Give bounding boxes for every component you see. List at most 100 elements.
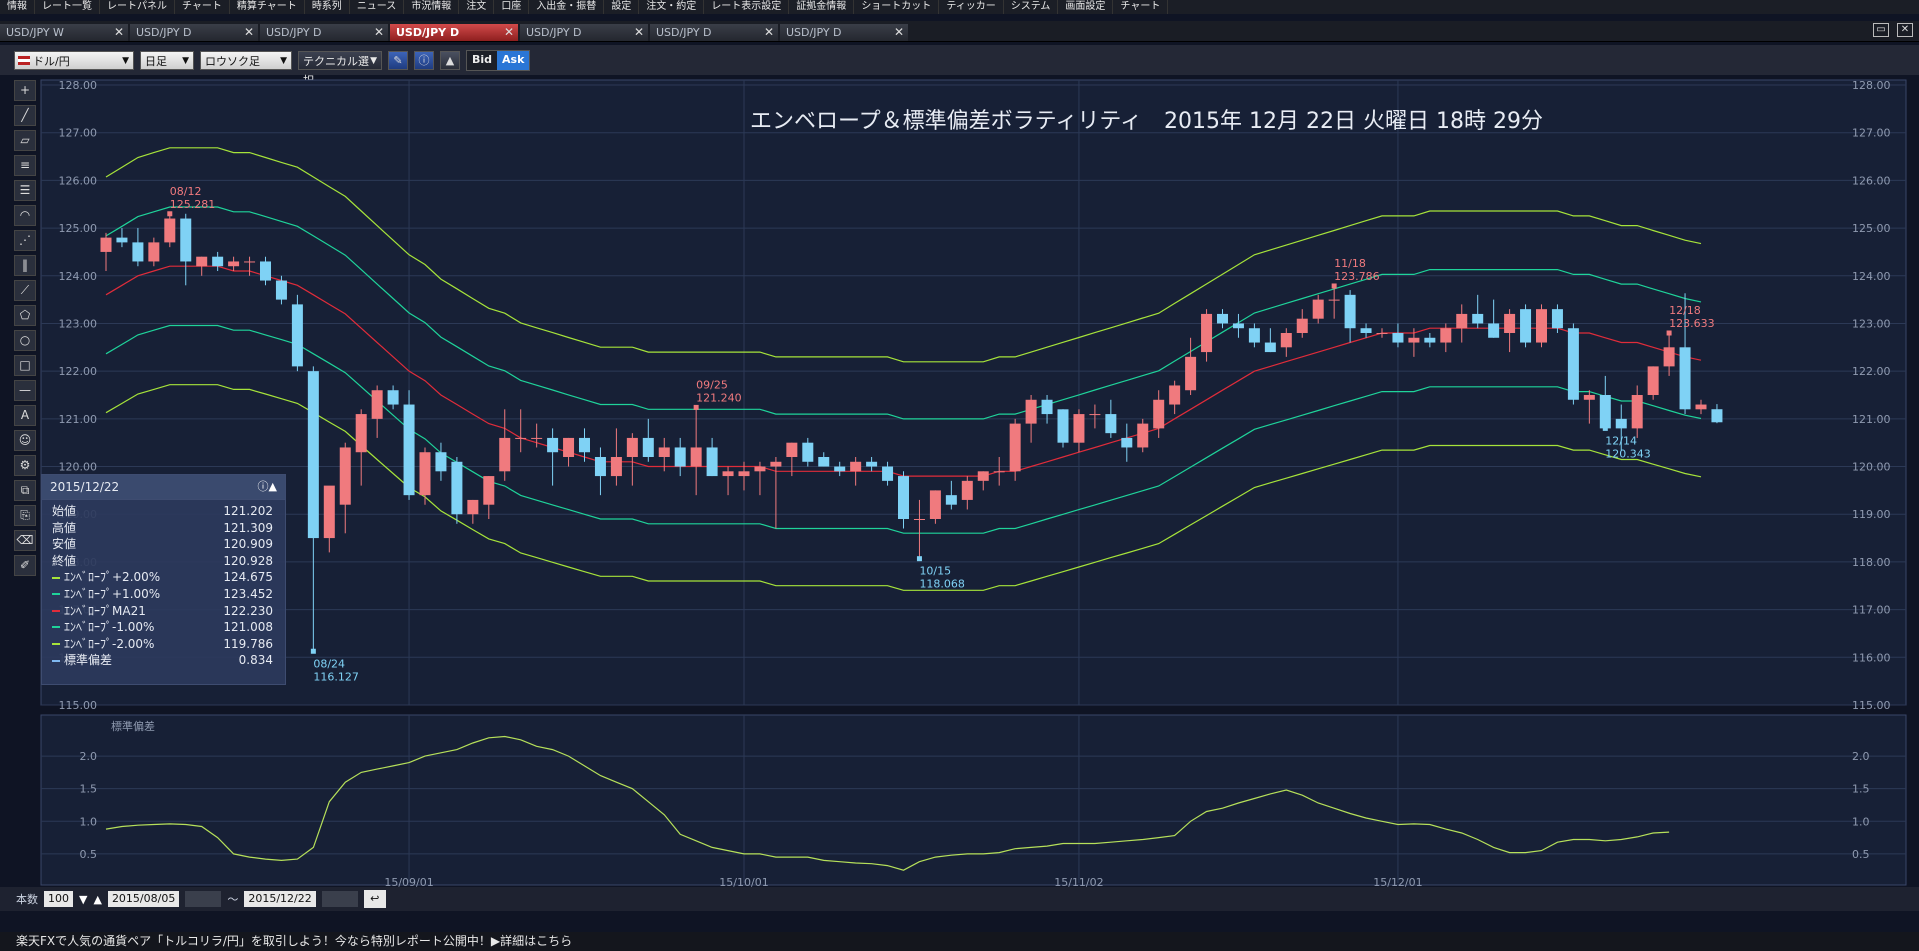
- candle-body: [674, 447, 686, 467]
- candle-body: [866, 461, 878, 467]
- close-icon[interactable]: ✕: [1897, 23, 1913, 37]
- menu-item[interactable]: 画面設定: [1058, 0, 1114, 14]
- menu-item[interactable]: チャート: [1113, 0, 1169, 14]
- range-bar: 本数 100 ▼ ▲ 2015/08/05 〜 2015/12/22 ↩: [0, 887, 1919, 911]
- info-panel-header: 2015/12/22 ⓘ▲: [42, 475, 285, 500]
- tab-2[interactable]: USD/JPY D ✕: [260, 24, 388, 41]
- extreme-value-label: 121.240: [696, 391, 742, 404]
- candle-body: [993, 471, 1005, 473]
- close-tab-icon[interactable]: ✕: [504, 24, 514, 41]
- extreme-value-label: 118.068: [919, 578, 965, 591]
- candle-body: [1695, 404, 1707, 410]
- close-tab-icon[interactable]: ✕: [374, 24, 384, 41]
- menu-item[interactable]: 証拠金情報: [789, 0, 855, 14]
- candle-body: [180, 218, 192, 262]
- to-time-input[interactable]: [321, 891, 358, 907]
- close-tab-icon[interactable]: ✕: [894, 24, 904, 41]
- candle-body: [228, 261, 240, 267]
- chart-area[interactable]: 128.00 128.00 127.00 127.00 126.00 126.00 125.…: [0, 75, 1919, 887]
- menu-item[interactable]: 注文・約定: [639, 0, 705, 14]
- tab-3[interactable]: USD/JPY D ✕: [390, 24, 518, 41]
- candle-body: [1583, 395, 1595, 400]
- count-input[interactable]: 100: [44, 891, 73, 907]
- menu-item[interactable]: レートパネル: [100, 0, 175, 14]
- menu-item[interactable]: チャート: [175, 0, 230, 14]
- candle-body: [1424, 337, 1436, 343]
- candle-body: [419, 452, 431, 496]
- menu-item[interactable]: 時系列: [305, 0, 350, 14]
- info-icon[interactable]: ⓘ: [414, 50, 434, 70]
- chevron-down-icon: ▼: [182, 55, 189, 66]
- tab-5[interactable]: USD/JPY D ✕: [650, 24, 778, 41]
- info-row-value: 123.452: [223, 586, 273, 601]
- candle-body: [1504, 313, 1516, 333]
- news-ticker[interactable]: 楽天FXで人気の通貨ペア「トルコリラ/円」を取引しよう！今なら特別レポート公開中…: [0, 932, 1919, 951]
- tab-4[interactable]: USD/JPY D ✕: [520, 24, 648, 41]
- from-time-input[interactable]: [185, 891, 222, 907]
- tab-6[interactable]: USD/JPY D ✕: [780, 24, 908, 41]
- info-row: ｴﾝﾍﾞﾛｰﾌﾟ-2.00% 119.786: [42, 636, 285, 653]
- info-row: 始値 121.202: [42, 503, 285, 520]
- candle-body: [275, 280, 287, 300]
- candle-body: [945, 495, 957, 505]
- maximize-icon[interactable]: ▭: [1873, 23, 1889, 37]
- technical-select[interactable]: テクニカル選択▼: [298, 50, 382, 87]
- candle-body: [1536, 309, 1547, 343]
- menu-item[interactable]: 注文: [459, 0, 495, 14]
- menu-item[interactable]: システム: [1004, 0, 1059, 14]
- from-date-input[interactable]: 2015/08/05: [107, 891, 180, 907]
- reload-icon[interactable]: ↩: [363, 890, 386, 908]
- candle-body: [1392, 333, 1404, 343]
- menu-item[interactable]: 精算チャート: [230, 0, 305, 14]
- candle-body: [722, 471, 734, 477]
- info-row-name: ｴﾝﾍﾞﾛｰﾌﾟMA21: [52, 603, 146, 620]
- menu-item[interactable]: 情報: [0, 0, 35, 14]
- info-row: ｴﾝﾍﾞﾛｰﾌﾟMA21 122.230: [42, 603, 285, 620]
- x-tick-label: 15/12/01: [1373, 876, 1422, 887]
- menu-item[interactable]: ニュース: [350, 0, 405, 14]
- y-tick-label: 125.00: [59, 222, 98, 235]
- menu-item[interactable]: レート表示設定: [704, 0, 790, 14]
- chart-type-select[interactable]: ロウソク足 ▼: [200, 50, 292, 70]
- info-row-label: ｴﾝﾍﾞﾛｰﾌﾟMA21: [64, 603, 146, 618]
- extreme-date-label: 12/14: [1605, 434, 1637, 447]
- extreme-date-label: 08/24: [313, 657, 345, 670]
- menu-item[interactable]: ティッカー: [939, 0, 1004, 14]
- candle-body: [531, 437, 543, 439]
- menu-item[interactable]: 口座: [494, 0, 530, 14]
- candle-body: [323, 485, 335, 539]
- tab-label: USD/JPY D: [656, 26, 712, 39]
- tab-1[interactable]: USD/JPY D ✕: [130, 24, 258, 41]
- candle-body: [403, 404, 415, 496]
- info-row-label: 高値: [52, 520, 77, 535]
- draw-tool-icon[interactable]: ✎: [388, 50, 408, 70]
- extreme-value-label: 123.633: [1669, 317, 1715, 330]
- candle-body: [1615, 418, 1627, 429]
- area-chart-icon[interactable]: ▲: [440, 50, 460, 70]
- close-tab-icon[interactable]: ✕: [634, 24, 644, 41]
- candle-body: [1025, 399, 1037, 424]
- count-down-icon[interactable]: ▼: [79, 893, 87, 906]
- candle-body: [387, 390, 399, 405]
- close-tab-icon[interactable]: ✕: [244, 24, 254, 41]
- ask-button[interactable]: Ask: [497, 50, 530, 70]
- period-select[interactable]: 日足 ▼: [140, 50, 194, 70]
- menu-item[interactable]: 市況情報: [404, 0, 460, 14]
- tab-0[interactable]: USD/JPY W ✕: [0, 24, 128, 41]
- bid-button[interactable]: Bid: [467, 50, 498, 70]
- info-toggle-icon[interactable]: ⓘ▲: [258, 475, 277, 499]
- tab-label: USD/JPY D: [786, 26, 842, 39]
- close-tab-icon[interactable]: ✕: [764, 24, 774, 41]
- menu-item[interactable]: 設定: [604, 0, 640, 14]
- count-up-icon[interactable]: ▲: [93, 893, 101, 906]
- extreme-value-label: 125.281: [170, 198, 216, 211]
- menu-item[interactable]: 入出金・振替: [529, 0, 605, 14]
- to-date-input[interactable]: 2015/12/22: [244, 891, 316, 907]
- menu-item[interactable]: レート一覧: [35, 0, 100, 14]
- menu-item[interactable]: ショートカット: [854, 0, 940, 14]
- close-tab-icon[interactable]: ✕: [114, 24, 124, 41]
- candle-body: [1073, 414, 1085, 443]
- currency-pair-select[interactable]: ドル/円 ▼: [14, 50, 134, 70]
- sd-panel-label: 標準偏差: [111, 719, 155, 733]
- bid-ask-toggle[interactable]: Bid Ask: [466, 49, 531, 71]
